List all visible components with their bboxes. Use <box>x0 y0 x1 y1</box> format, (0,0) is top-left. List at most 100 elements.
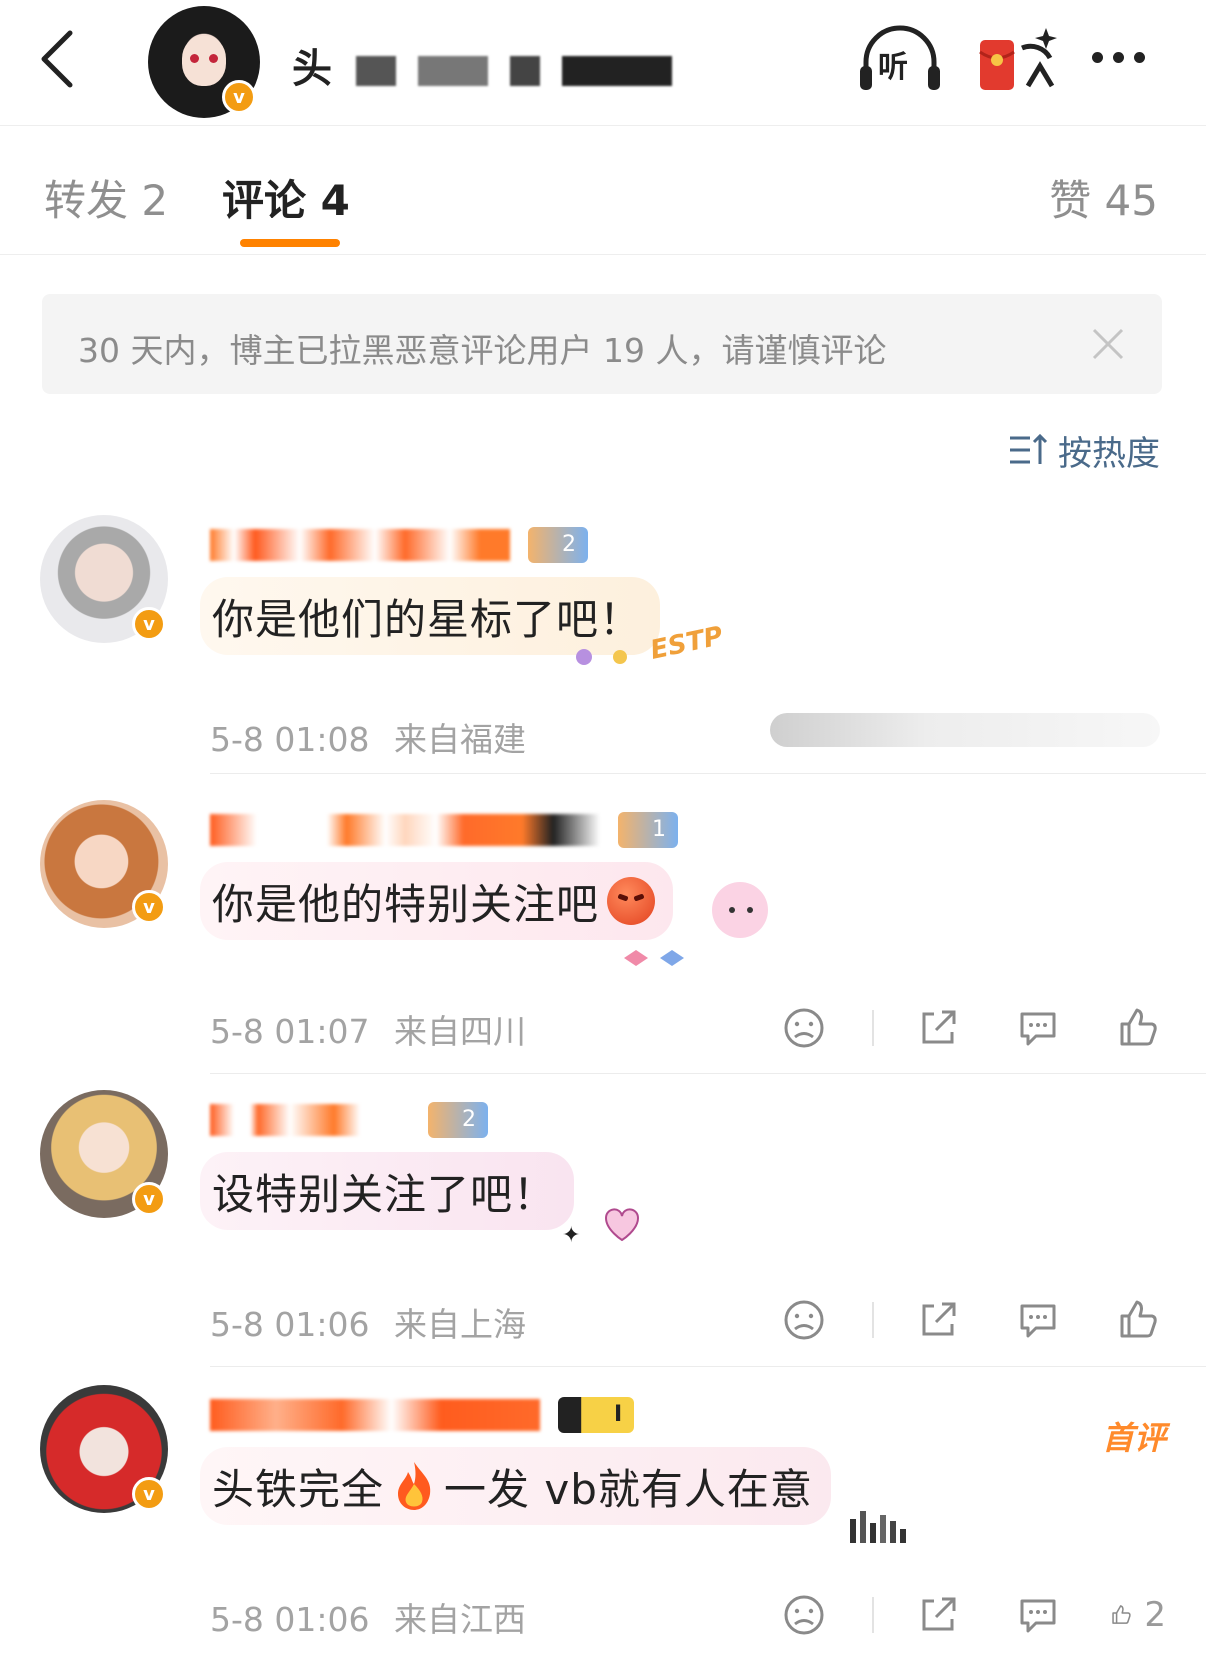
author-name[interactable]: 头 <box>292 36 672 94</box>
reply-button[interactable] <box>1010 1292 1066 1348</box>
red-packet-icon <box>979 28 1057 90</box>
reply-button[interactable] <box>1010 1000 1066 1056</box>
bubble-decoration-icon <box>850 1511 906 1543</box>
author-avatar[interactable]: v <box>148 6 260 118</box>
comment-date: 5-8 01:06 <box>210 1305 370 1344</box>
comment-bubble: 你是他的特别关注吧 <box>200 862 674 940</box>
bubble-decoration-icon: ESTP <box>576 621 726 666</box>
tab-likes[interactable]: 赞 45 <box>1049 167 1158 228</box>
svg-text:✦: ✦ <box>562 1223 580 1248</box>
redacted-block <box>509 56 540 86</box>
like-button[interactable] <box>1110 1000 1166 1056</box>
comment-text: 你是他的特别关注吧 <box>212 879 600 929</box>
like-icon <box>1112 1605 1131 1624</box>
comment-meta: 5-8 01:08 来自福建 <box>210 713 526 761</box>
first-comment-badge: 首评 <box>1101 1419 1166 1457</box>
commenter-name[interactable]: I <box>210 1395 635 1435</box>
comment-date: 5-8 01:06 <box>210 1600 370 1639</box>
commenter-name[interactable]: 2 <box>210 1100 488 1140</box>
comment-icon <box>1020 1599 1056 1633</box>
comment-meta: 5-8 01:06 来自江西 <box>210 1593 526 1641</box>
heart-decoration-icon: ✦ <box>562 1208 640 1248</box>
avatar-eye <box>190 54 199 63</box>
fan-badge: I <box>558 1397 635 1433</box>
comment-location: 来自上海 <box>394 1305 526 1344</box>
active-tab-indicator <box>240 239 340 247</box>
verified-badge: v <box>222 80 256 114</box>
share-icon <box>922 1302 956 1336</box>
notice-text: 30 天内，博主已拉黑恶意评论用户 19 人，请谨慎评论 <box>78 331 887 370</box>
comment-actions <box>776 1000 1166 1056</box>
commenter-name[interactable]: 1 <box>210 810 678 850</box>
fan-badge: 2 <box>528 527 588 563</box>
block-notice: 30 天内，博主已拉黑恶意评论用户 19 人，请谨慎评论 <box>42 294 1162 394</box>
avatar-eye <box>209 54 218 63</box>
tab-comment[interactable]: 评论 4 <box>222 167 350 228</box>
listen-button[interactable]: 听 <box>858 24 942 94</box>
tab-repost[interactable]: 转发 2 <box>44 167 168 228</box>
share-button[interactable] <box>910 1292 966 1348</box>
comment-text-before: 头铁完全 <box>212 1464 385 1514</box>
fan-badge: 1 <box>618 812 678 848</box>
verified-badge: v <box>132 607 166 641</box>
redacted-block <box>417 56 488 86</box>
more-icon-dot <box>1113 52 1124 63</box>
share-button[interactable] <box>910 1587 966 1643</box>
more-button[interactable] <box>1092 38 1162 78</box>
redacted-block <box>561 56 672 86</box>
redacted-name <box>210 814 600 846</box>
like-icon <box>1120 1300 1157 1338</box>
close-icon <box>1092 328 1124 360</box>
author-name-visible: 头 <box>292 46 334 92</box>
comment-meta: 5-8 01:07 来自四川 <box>210 1005 526 1053</box>
like-button[interactable] <box>1110 1292 1166 1348</box>
divider <box>210 773 1206 774</box>
back-button[interactable] <box>30 25 100 95</box>
comment-location: 来自福建 <box>394 720 526 759</box>
redacted-name <box>210 529 510 561</box>
fire-emoji-icon <box>398 1462 431 1510</box>
comment-actions: 2 <box>776 1587 1166 1643</box>
divider <box>210 1073 1206 1074</box>
commenter-name[interactable]: 2 <box>210 525 588 565</box>
action-separator <box>872 1010 874 1046</box>
red-packet-button[interactable] <box>978 22 1058 98</box>
dislike-icon <box>784 1595 824 1635</box>
dislike-icon <box>784 1300 824 1340</box>
sort-by-hot-button[interactable]: 按热度 <box>1008 428 1160 474</box>
bubble-decoration-icon <box>624 882 768 966</box>
comment-bubble: 头铁完全 一发 vb就有人在意 <box>200 1447 831 1525</box>
back-icon <box>41 30 73 88</box>
comment-icon <box>1020 1304 1056 1338</box>
action-separator <box>872 1597 874 1633</box>
like-button[interactable]: 2 <box>1110 1587 1166 1643</box>
like-icon <box>1120 1008 1157 1046</box>
sort-icon <box>1010 433 1048 464</box>
dislike-button[interactable] <box>776 1587 832 1643</box>
share-icon <box>922 1597 956 1631</box>
verified-badge: v <box>132 1182 166 1216</box>
redacted-name <box>210 1104 410 1136</box>
blurred-actions <box>770 713 1160 747</box>
notice-close-button[interactable] <box>1088 324 1128 364</box>
share-button[interactable] <box>910 1000 966 1056</box>
action-separator <box>872 1302 874 1338</box>
comment-location: 来自四川 <box>394 1012 526 1051</box>
comment-text: 设特别关注了吧！ <box>212 1169 557 1219</box>
dislike-button[interactable] <box>776 1000 832 1056</box>
tab-bar: 转发 2 评论 4 赞 45 <box>0 127 1206 255</box>
share-icon <box>922 1010 956 1044</box>
dislike-icon <box>784 1008 824 1048</box>
verified-badge: v <box>132 890 166 924</box>
comment-bubble: 设特别关注了吧！ <box>200 1152 575 1230</box>
comment-icon <box>1020 1012 1056 1046</box>
listen-label: 听 <box>878 50 908 85</box>
comment-date: 5-8 01:07 <box>210 1012 370 1051</box>
comment-actions <box>776 1292 1166 1348</box>
more-icon-dot <box>1092 52 1103 63</box>
reply-button[interactable] <box>1010 1587 1066 1643</box>
like-count: 2 <box>1144 1595 1166 1635</box>
verified-badge: v <box>132 1477 166 1511</box>
comment-text-after: 一发 vb就有人在意 <box>444 1464 813 1514</box>
dislike-button[interactable] <box>776 1292 832 1348</box>
